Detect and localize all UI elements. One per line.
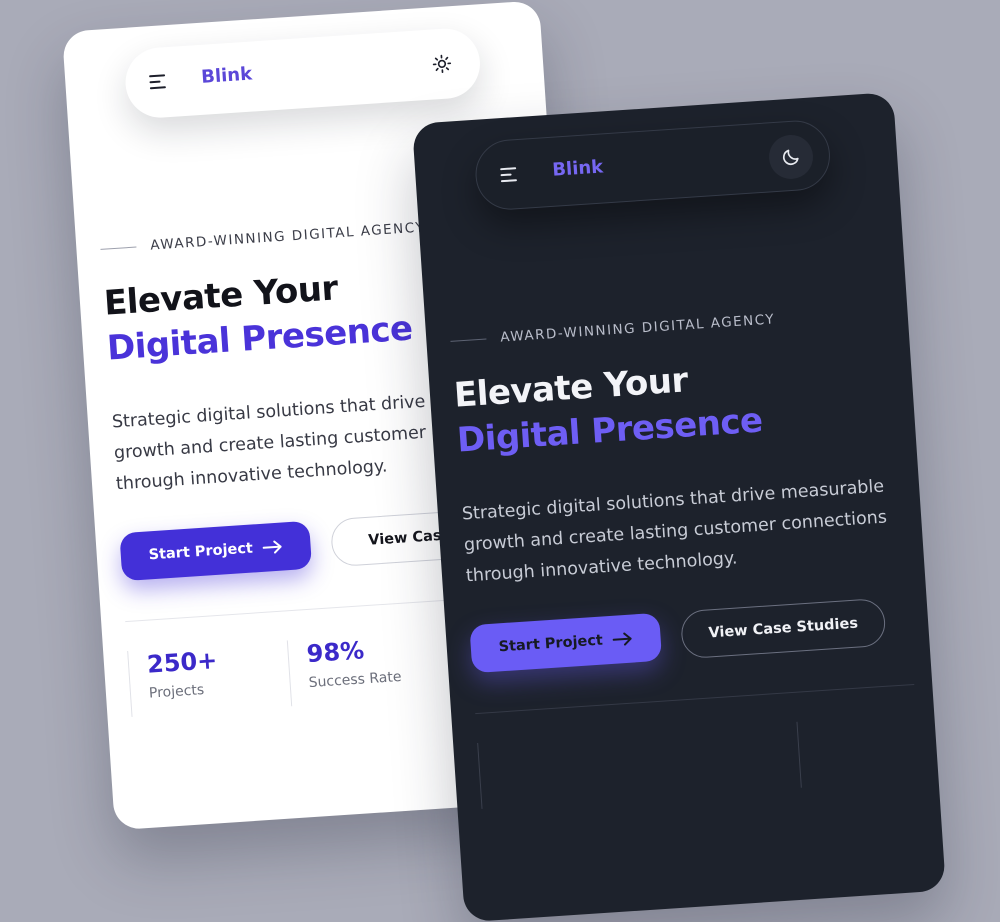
- stat-value: 250+: [146, 642, 259, 679]
- stat-placeholder: [477, 734, 611, 808]
- navbar: Blink: [473, 118, 832, 211]
- stat-placeholder: [796, 713, 930, 787]
- arrow-right-icon: [262, 540, 283, 555]
- sun-icon: [431, 53, 452, 74]
- brand-logo[interactable]: Blink: [201, 64, 253, 88]
- arrow-right-icon: [612, 632, 633, 647]
- start-project-button[interactable]: Start Project: [469, 613, 662, 673]
- eyebrow-rule: [100, 246, 136, 249]
- dark-mode-screen: Blink AWARD-WINNING DIGITAL AGENCY Eleva…: [412, 92, 946, 922]
- stat-label: Projects: [149, 678, 261, 701]
- moon-icon: [780, 146, 801, 167]
- navbar: Blink: [123, 26, 482, 119]
- eyebrow: AWARD-WINNING DIGITAL AGENCY: [450, 311, 776, 349]
- menu-icon[interactable]: [500, 167, 517, 182]
- hero-headline: Elevate Your Digital Presence: [103, 262, 414, 372]
- eyebrow-rule: [450, 338, 486, 341]
- stat-projects: 250+ Projects: [127, 642, 261, 716]
- menu-icon[interactable]: [149, 74, 166, 89]
- start-project-label: Start Project: [148, 541, 253, 564]
- theme-toggle-button[interactable]: [768, 134, 815, 181]
- start-project-label: Start Project: [498, 633, 603, 656]
- eyebrow-text: AWARD-WINNING DIGITAL AGENCY: [150, 219, 426, 253]
- hero-subtext: Strategic digital solutions that drive m…: [461, 470, 906, 592]
- mockup-canvas: { "colors": { "background": "#a9abb8", "…: [0, 0, 1000, 750]
- eyebrow-text: AWARD-WINNING DIGITAL AGENCY: [500, 311, 776, 345]
- view-case-studies-label: View Case Studies: [708, 616, 858, 642]
- hero-headline: Elevate Your Digital Presence: [453, 354, 764, 464]
- stat-success-rate: 98% Success Rate: [287, 632, 421, 706]
- view-case-studies-button[interactable]: View Case Studies: [680, 598, 887, 659]
- stats-divider: [475, 684, 914, 714]
- eyebrow: AWARD-WINNING DIGITAL AGENCY: [100, 219, 426, 257]
- stat-label: Success Rate: [308, 668, 420, 691]
- stat-value: 98%: [306, 632, 419, 669]
- brand-logo[interactable]: Blink: [552, 156, 604, 180]
- theme-toggle-button[interactable]: [419, 40, 466, 87]
- start-project-button[interactable]: Start Project: [119, 521, 312, 581]
